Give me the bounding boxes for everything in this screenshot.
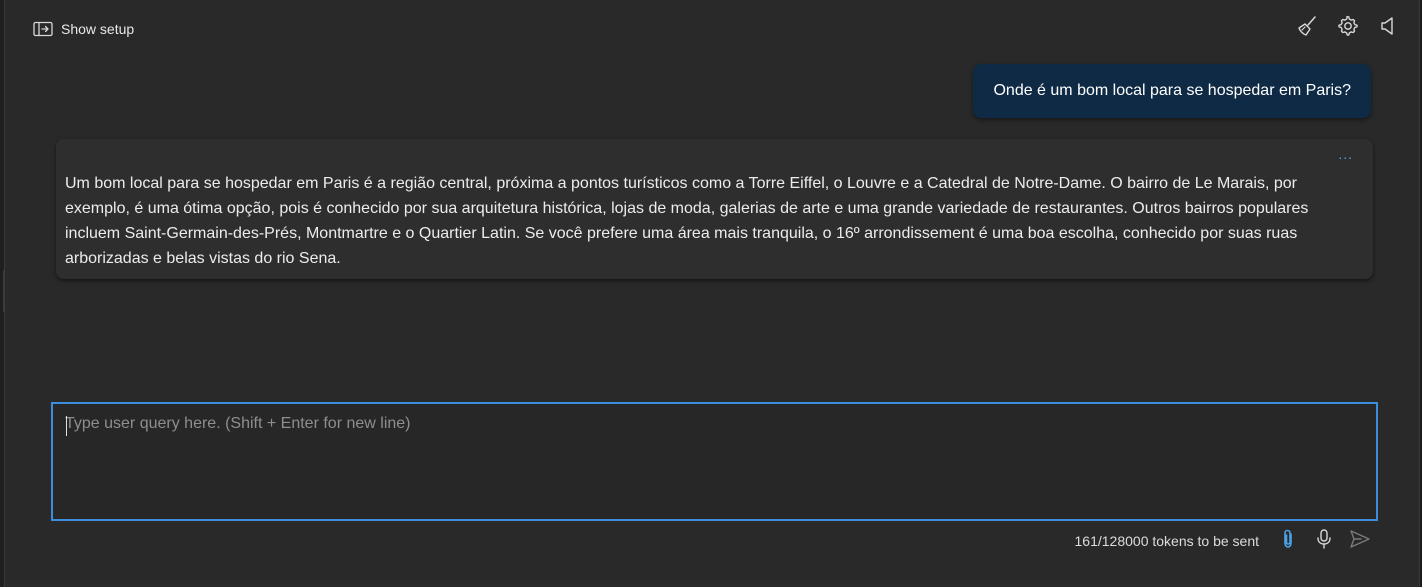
microphone-button[interactable] xyxy=(1313,528,1335,555)
assistant-message-bubble: ... Um bom local para se hospedar em Par… xyxy=(56,139,1373,279)
panel-open-icon xyxy=(33,21,53,37)
query-input[interactable] xyxy=(53,404,1376,519)
show-setup-label: Show setup xyxy=(61,21,135,37)
text-caret xyxy=(66,416,67,436)
chat-panel: Show setup Onde é um bom local para se h… xyxy=(4,0,1420,587)
broom-icon xyxy=(1297,15,1319,42)
assistant-message-text: Um bom local para se hospedar em Paris é… xyxy=(65,175,1309,267)
speaker-icon xyxy=(1379,15,1397,42)
user-message-bubble: Onde é um bom local para se hospedar em … xyxy=(973,64,1371,118)
input-footer: 161/128000 tokens to be sent xyxy=(1075,528,1371,554)
header-actions xyxy=(1297,15,1399,42)
clear-chat-button[interactable] xyxy=(1297,15,1319,42)
send-button[interactable] xyxy=(1349,529,1371,553)
send-icon xyxy=(1349,528,1371,555)
speaker-button[interactable] xyxy=(1377,16,1399,40)
show-setup-button[interactable]: Show setup xyxy=(33,17,134,41)
more-options-button[interactable]: ... xyxy=(1338,147,1353,161)
microphone-icon xyxy=(1315,528,1333,555)
gear-icon xyxy=(1337,15,1359,42)
token-count: 161/128000 tokens to be sent xyxy=(1074,533,1259,549)
attach-button[interactable] xyxy=(1277,529,1299,553)
settings-button[interactable] xyxy=(1337,15,1359,42)
paperclip-icon xyxy=(1280,528,1296,555)
query-input-container xyxy=(51,402,1378,521)
user-message-text: Onde é um bom local para se hospedar em … xyxy=(993,82,1351,99)
